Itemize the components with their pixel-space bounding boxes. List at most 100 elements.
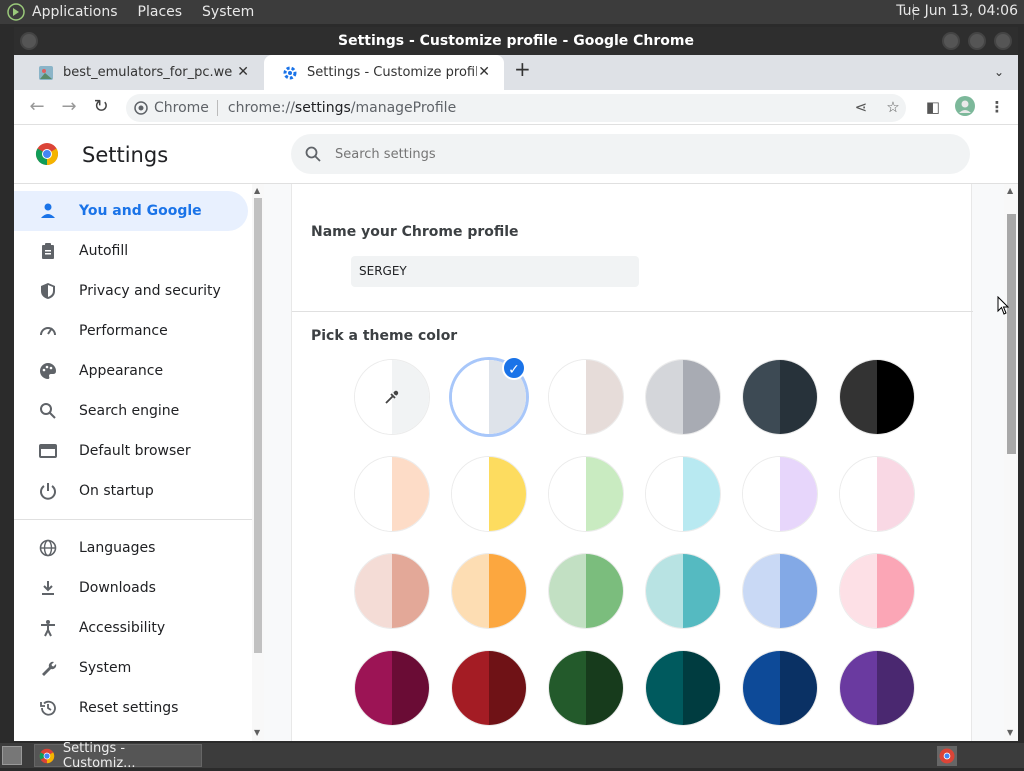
sidebar-item-autofill[interactable]: Autofill — [14, 231, 248, 271]
sidebar-item-downloads[interactable]: Downloads — [14, 568, 248, 608]
theme-color-swatch[interactable] — [840, 651, 914, 725]
sidebar-item-label: Downloads — [79, 580, 156, 596]
theme-color-swatch[interactable] — [549, 457, 623, 531]
theme-color-swatch[interactable] — [355, 457, 429, 531]
shield-icon — [38, 281, 58, 301]
power-icon — [38, 481, 58, 501]
clock[interactable]: Tue Jun 13, 04:06 — [896, 3, 1018, 19]
tab-search-chevron-icon[interactable]: ⌄ — [994, 65, 1004, 79]
theme-color-swatch[interactable] — [743, 554, 817, 628]
tab-label: best_emulators_for_pc.webp ( — [63, 65, 233, 80]
mouse-cursor-icon — [997, 296, 1009, 315]
sidebar-item-you-and-google[interactable]: You and Google — [14, 191, 248, 231]
chrome-window: Settings - Customize profile - Google Ch… — [14, 27, 1018, 741]
window-titlebar[interactable]: Settings - Customize profile - Google Ch… — [14, 27, 1018, 55]
more-menu-icon[interactable]: ⋮ — [986, 96, 1008, 118]
theme-color-swatch[interactable] — [452, 554, 526, 628]
theme-color-swatch[interactable] — [452, 457, 526, 531]
distro-logo-icon[interactable] — [6, 2, 26, 22]
menu-applications[interactable]: Applications — [32, 4, 118, 20]
sidebar-item-languages[interactable]: Languages — [14, 528, 248, 568]
scroll-down-arrow-icon[interactable]: ▼ — [254, 728, 260, 737]
theme-color-swatch[interactable] — [743, 360, 817, 434]
side-panel-icon[interactable]: ◧ — [922, 96, 944, 118]
share-icon[interactable]: ⋖ — [850, 96, 872, 118]
theme-color-swatch[interactable] — [840, 360, 914, 434]
settings-header: Settings — [14, 126, 1018, 184]
tray-chrome-icon[interactable] — [937, 746, 957, 766]
theme-color-swatch[interactable] — [840, 554, 914, 628]
chrome-logo-icon — [36, 143, 58, 165]
theme-color-swatch[interactable] — [355, 554, 429, 628]
omnibox-divider — [216, 100, 218, 116]
theme-color-swatch[interactable] — [549, 554, 623, 628]
selected-check-icon: ✓ — [502, 356, 526, 380]
theme-color-swatch[interactable] — [355, 651, 429, 725]
tab-close-icon[interactable]: ✕ — [237, 64, 249, 80]
settings-search[interactable] — [291, 134, 970, 174]
address-bar[interactable]: Chrome chrome://settings/manageProfile — [126, 94, 906, 122]
theme-color-swatch[interactable] — [646, 360, 720, 434]
theme-color-swatch[interactable] — [646, 554, 720, 628]
customize-profile-card: Name your Chrome profile SERGEY Pick a t… — [291, 184, 973, 741]
tab-image[interactable]: best_emulators_for_pc.webp ( ✕ — [20, 55, 263, 90]
scroll-up-arrow-icon[interactable]: ▲ — [254, 186, 260, 195]
theme-color-swatch[interactable] — [840, 457, 914, 531]
taskbar-item-chrome[interactable]: Settings - Customiz... — [34, 741, 202, 771]
sidebar-item-performance[interactable]: Performance — [14, 311, 248, 351]
theme-color-swatch[interactable] — [743, 457, 817, 531]
theme-color-swatch[interactable] — [549, 651, 623, 725]
reload-icon[interactable]: ↻ — [90, 96, 112, 118]
sidebar-item-search-engine[interactable]: Search engine — [14, 391, 248, 431]
sidebar-item-appearance[interactable]: Appearance — [14, 351, 248, 391]
sidebar-item-privacy[interactable]: Privacy and security — [14, 271, 248, 311]
speedometer-icon — [38, 321, 58, 341]
theme-color-swatch[interactable] — [646, 457, 720, 531]
sidebar-item-default-browser[interactable]: Default browser — [14, 431, 248, 471]
scroll-up-arrow-icon[interactable]: ▲ — [1007, 186, 1013, 195]
person-icon — [38, 201, 58, 221]
sidebar-item-system[interactable]: System — [14, 648, 248, 688]
minimize-icon[interactable] — [942, 32, 960, 50]
close-window-icon[interactable] — [994, 32, 1012, 50]
show-desktop-button[interactable] — [2, 746, 22, 765]
sidebar-item-reset[interactable]: Reset settings — [14, 688, 248, 728]
window-title: Settings - Customize profile - Google Ch… — [338, 33, 694, 49]
profile-name-label: Name your Chrome profile — [311, 224, 519, 240]
search-icon — [305, 146, 321, 162]
tab-settings[interactable]: Settings - Customize profile ✕ — [264, 55, 504, 90]
custom-color-picker[interactable] — [355, 360, 429, 434]
tab-close-icon[interactable]: ✕ — [478, 64, 490, 80]
sidebar-scrollbar[interactable]: ▲ ▼ — [252, 184, 264, 741]
globe-icon — [38, 538, 58, 558]
maximize-icon[interactable] — [968, 32, 986, 50]
url-path: /manageProfile — [350, 100, 457, 116]
content-scroll-thumb[interactable] — [1007, 214, 1016, 454]
menu-system[interactable]: System — [202, 4, 254, 20]
theme-color-swatch[interactable] — [549, 360, 623, 434]
chrome-chip-label: Chrome — [154, 100, 209, 116]
content-scrollbar[interactable]: ▲ ▼ — [1004, 184, 1018, 741]
bookmark-star-icon[interactable]: ☆ — [882, 96, 904, 118]
palette-icon — [38, 361, 58, 381]
sidebar-item-accessibility[interactable]: Accessibility — [14, 608, 248, 648]
forward-arrow-icon[interactable]: → — [58, 96, 80, 118]
profile-name-input[interactable]: SERGEY — [351, 256, 639, 287]
menu-places[interactable]: Places — [138, 4, 183, 20]
back-arrow-icon[interactable]: ← — [26, 96, 48, 118]
theme-color-swatch[interactable] — [452, 651, 526, 725]
accessibility-icon — [38, 618, 58, 638]
new-tab-button[interactable]: + — [514, 57, 531, 81]
window-menu-icon[interactable] — [20, 32, 38, 50]
profile-avatar[interactable] — [954, 96, 976, 118]
download-icon — [38, 578, 58, 598]
theme-color-swatch[interactable] — [743, 651, 817, 725]
sidebar-scroll-thumb[interactable] — [254, 198, 262, 653]
sidebar-item-on-startup[interactable]: On startup — [14, 471, 248, 511]
search-input[interactable] — [335, 146, 895, 162]
theme-color-swatch[interactable] — [646, 651, 720, 725]
sidebar-item-label: Reset settings — [79, 700, 179, 716]
scroll-down-arrow-icon[interactable]: ▼ — [1007, 728, 1013, 737]
taskbar-item-label: Settings - Customiz... — [62, 740, 136, 771]
chrome-chip-icon — [134, 101, 148, 115]
